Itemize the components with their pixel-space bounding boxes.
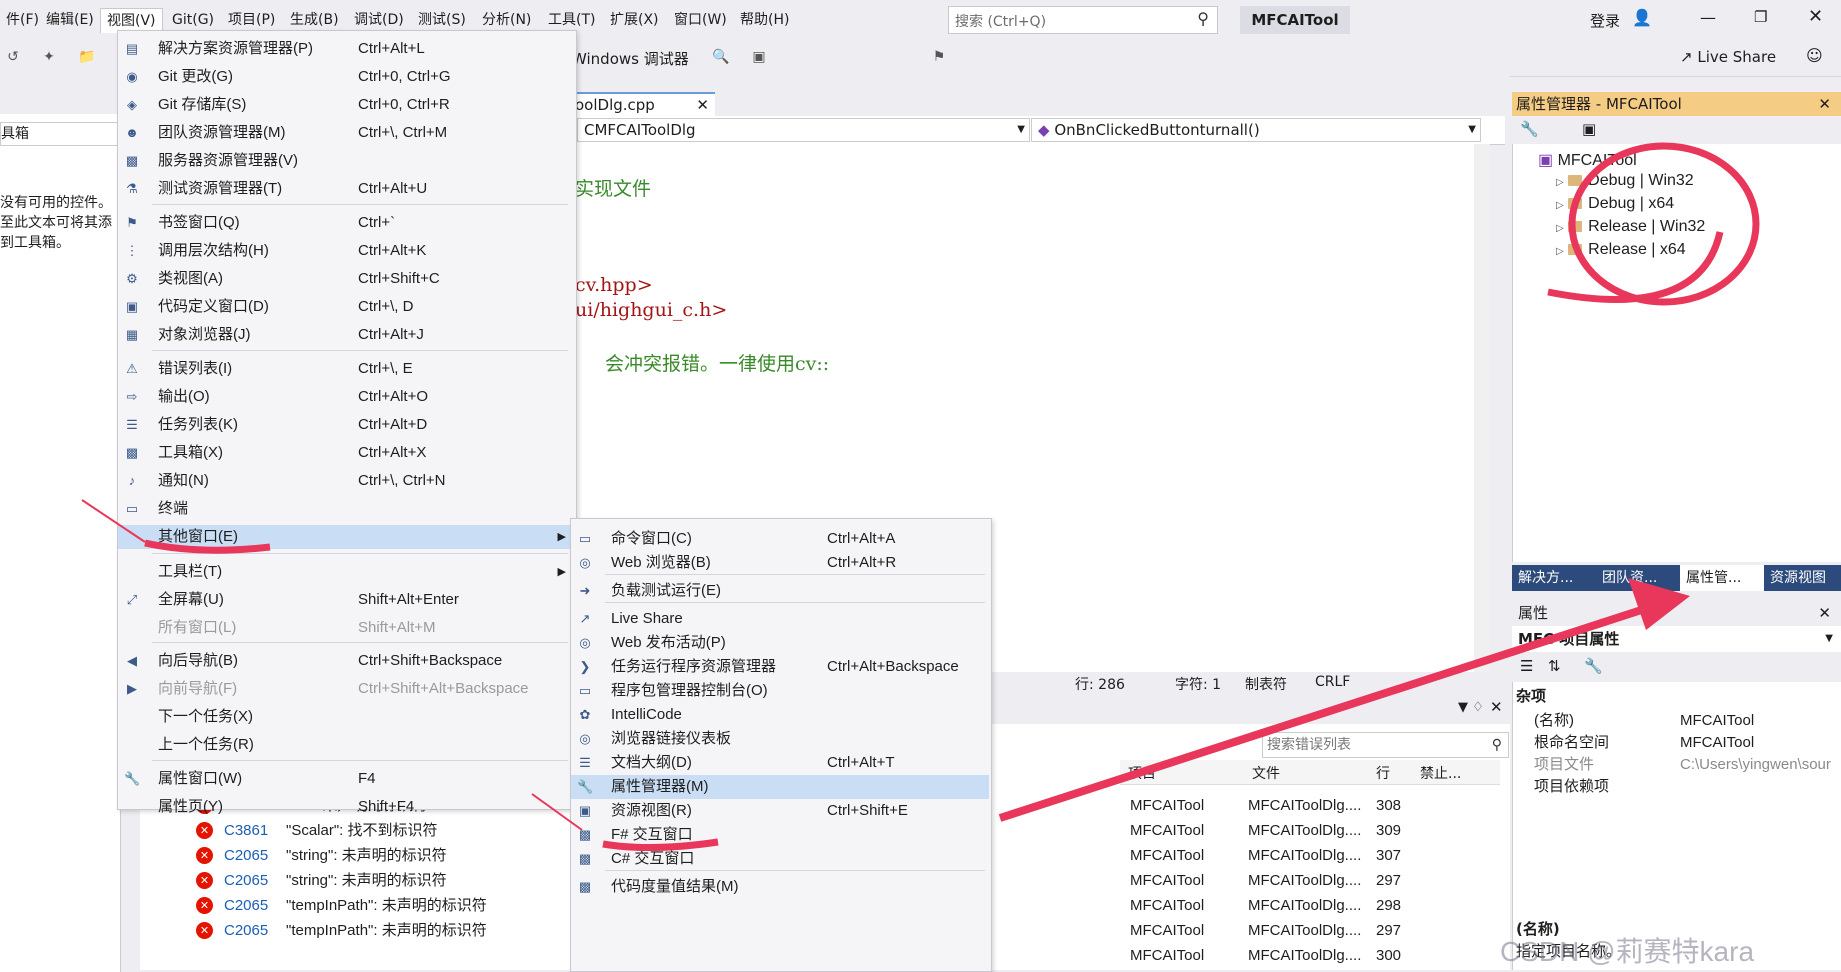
annotation-overlay	[81, 142, 1760, 852]
annotation-line	[81, 499, 146, 543]
annotation-underline	[144, 539, 271, 554]
annotation-arrowhead	[1628, 578, 1690, 630]
annotation-underline	[602, 838, 719, 852]
annotation-circle	[1568, 142, 1760, 306]
annotation-line	[531, 793, 583, 831]
annotation-arrow	[998, 600, 1662, 822]
watermark: CSDN @莉赛特kara	[1500, 936, 1755, 967]
